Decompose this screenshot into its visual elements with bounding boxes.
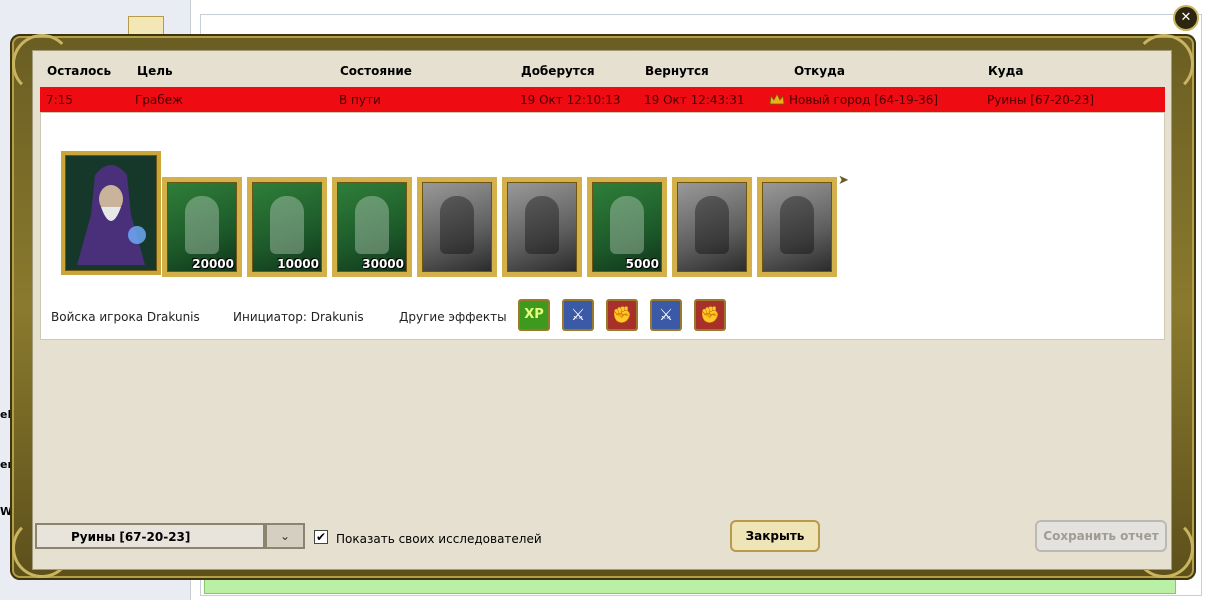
unit-slot[interactable] bbox=[672, 177, 752, 277]
sword-icon[interactable]: ⚔ bbox=[650, 299, 682, 331]
unit-count: 10000 bbox=[277, 257, 319, 271]
unit-slot[interactable] bbox=[417, 177, 497, 277]
initiator-label: Инициатор: Drakunis bbox=[233, 310, 364, 324]
destination-select[interactable]: Руины [67-20-23] bbox=[35, 523, 265, 549]
other-effects-label: Другие эффекты bbox=[399, 310, 507, 324]
dark-knight-icon bbox=[695, 196, 729, 254]
chevron-down-icon[interactable]: ⌄ bbox=[265, 523, 305, 549]
header-arrive: Доберутся bbox=[521, 64, 595, 78]
unit-slot[interactable] bbox=[502, 177, 582, 277]
unit-slot[interactable] bbox=[757, 177, 837, 277]
header-to: Куда bbox=[988, 64, 1024, 78]
druid-icon bbox=[610, 196, 644, 254]
green-swordsman-icon bbox=[270, 196, 304, 254]
wizard-hero-portrait-icon bbox=[77, 165, 146, 265]
sword-icon[interactable]: ⚔ bbox=[562, 299, 594, 331]
ghost-icon bbox=[780, 196, 814, 254]
hero-portrait[interactable] bbox=[61, 151, 161, 275]
cell-return: 19 Окт 12:43:31 bbox=[644, 93, 745, 107]
cell-state: В пути bbox=[339, 93, 381, 107]
griffin-icon bbox=[440, 196, 474, 254]
fist-icon[interactable]: ✊ bbox=[606, 299, 638, 331]
unit-count: 20000 bbox=[192, 257, 234, 271]
unit-slot[interactable]: 20000 bbox=[162, 177, 242, 277]
unit-slot[interactable]: 5000 bbox=[587, 177, 667, 277]
header-state: Состояние bbox=[340, 64, 412, 78]
crown-icon bbox=[769, 93, 785, 105]
unit-count: 30000 bbox=[362, 257, 404, 271]
header-from: Откуда bbox=[794, 64, 845, 78]
cell-from: Новый город [64-19-36] bbox=[769, 93, 938, 107]
show-explorers-label[interactable]: Показать своих исследователей bbox=[336, 532, 542, 546]
cell-to: Руины [67-20-23] bbox=[987, 93, 1095, 107]
archer-icon bbox=[525, 196, 559, 254]
army-detail: 20000 10000 30000 5000 ➤ Войска игрока D… bbox=[40, 112, 1165, 340]
green-spearman-icon bbox=[355, 196, 389, 254]
cell-goal: Грабеж bbox=[135, 93, 183, 107]
close-icon[interactable]: ✕ bbox=[1173, 5, 1199, 31]
cell-arrive: 19 Окт 12:10:13 bbox=[520, 93, 621, 107]
cell-remaining: 7:15 bbox=[46, 93, 73, 107]
cell-from-text: Новый город [64-19-36] bbox=[789, 93, 939, 107]
header-goal: Цель bbox=[137, 64, 173, 78]
table-header: Осталось Цель Состояние Доберутся Вернут… bbox=[33, 61, 1171, 81]
troops-owner-label: Войска игрока Drakunis bbox=[51, 310, 200, 324]
destination-select-value: Руины [67-20-23] bbox=[71, 530, 191, 544]
movement-report-panel: Осталось Цель Состояние Доберутся Вернут… bbox=[32, 50, 1172, 570]
close-button[interactable]: Закрыть bbox=[730, 520, 820, 552]
table-row[interactable]: 7:15 Грабеж В пути 19 Окт 12:10:13 19 Ок… bbox=[40, 87, 1165, 112]
xp-icon[interactable]: XP bbox=[518, 299, 550, 331]
dwarf-warrior-icon bbox=[185, 196, 219, 254]
show-explorers-checkbox[interactable]: ✔ bbox=[314, 530, 328, 544]
fist-icon[interactable]: ✊ bbox=[694, 299, 726, 331]
header-return: Вернутся bbox=[645, 64, 709, 78]
unit-slot[interactable]: 30000 bbox=[332, 177, 412, 277]
unit-count: 5000 bbox=[625, 257, 659, 271]
scroll-right-icon[interactable]: ➤ bbox=[838, 173, 854, 188]
header-remaining: Осталось bbox=[47, 64, 112, 78]
save-report-button[interactable]: Сохранить отчет bbox=[1035, 520, 1167, 552]
unit-slot[interactable]: 10000 bbox=[247, 177, 327, 277]
